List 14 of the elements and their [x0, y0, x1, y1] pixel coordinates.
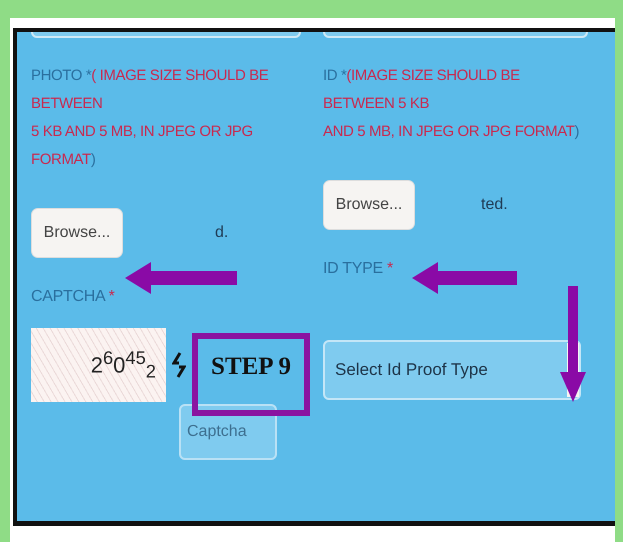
browse-button[interactable]: Browse...: [31, 208, 123, 258]
captcha-field[interactable]: Captcha: [179, 404, 277, 460]
file-status-text: ted.: [481, 196, 508, 214]
id-type-label: ID TYPE *: [323, 260, 394, 278]
arrow-icon: [560, 286, 586, 402]
arrow-icon: [125, 262, 237, 294]
arrow-icon: [412, 262, 517, 294]
step-callout: STEP 9: [192, 333, 310, 416]
field-label: ID *(IMAGE SIZE SHOULD BE BETWEEN 5 KB AND 5 MB, IN JPEG OR JPG FORMAT): [323, 66, 580, 142]
file-status-text: d.: [215, 224, 228, 242]
id-type-select[interactable]: Select Id Proof Type: [323, 340, 581, 400]
browse-button[interactable]: Browse...: [323, 180, 415, 230]
field-label: PHOTO *( IMAGE SIZE SHOULD BE BETWEEN 5 KB AND 5 MB, IN JPEG OR JPG FORMAT): [31, 66, 270, 170]
captcha-label: CAPTCHA *: [31, 288, 116, 306]
